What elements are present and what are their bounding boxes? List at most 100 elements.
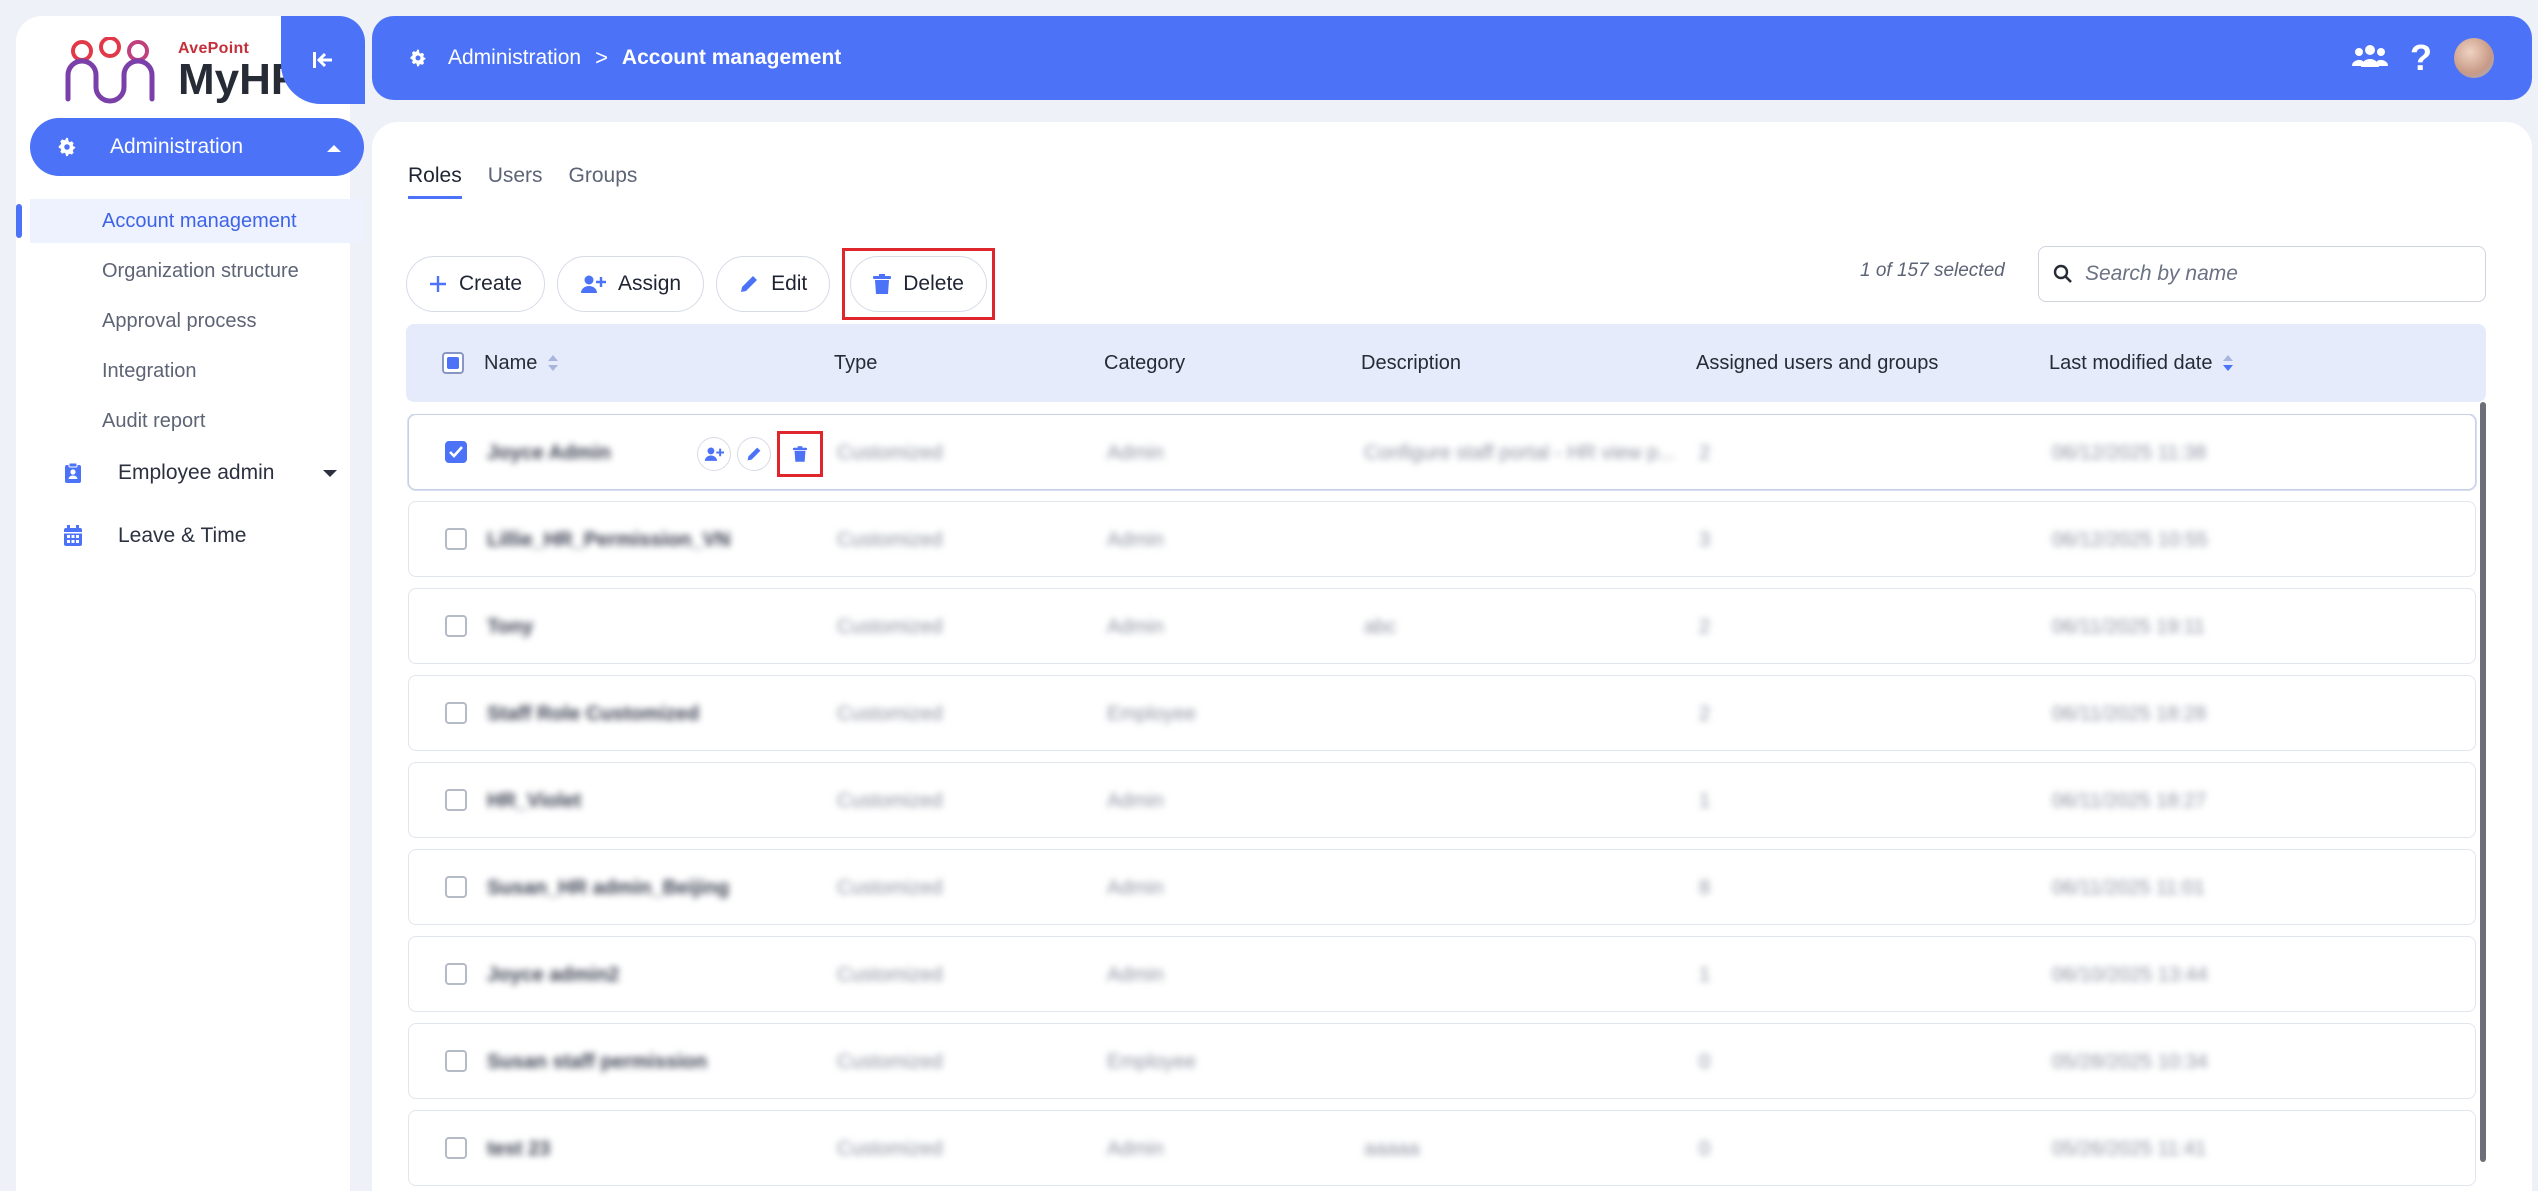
column-description: Description: [1361, 351, 1462, 374]
sidebar-item-account-management[interactable]: Account management: [102, 201, 297, 241]
cell-type: Customized: [837, 702, 943, 725]
tab-users[interactable]: Users: [488, 164, 543, 199]
cell-modified: 05/28/2025 10:34: [2052, 1050, 2208, 1073]
sidebar-item-audit-report[interactable]: Audit report: [102, 401, 205, 441]
row-checkbox[interactable]: [445, 1050, 467, 1072]
breadcrumb-separator: >: [595, 45, 608, 70]
nav-leave-time[interactable]: Leave & Time: [30, 511, 364, 561]
cell-category: Employee: [1107, 1050, 1196, 1073]
table-row[interactable]: test 23 Customized Admin aaaaa 0 05/26/2…: [408, 1110, 2476, 1186]
cell-modified: 06/11/2025 11:01: [2052, 876, 2205, 899]
create-button-label: Create: [459, 272, 523, 295]
tab-roles[interactable]: Roles: [408, 164, 462, 199]
table-row[interactable]: Joyce Admin Customized Admin Configure s…: [408, 414, 2476, 490]
collapse-sidebar-button[interactable]: [281, 16, 365, 104]
cell-category: Admin: [1107, 789, 1164, 812]
row-checkbox[interactable]: [445, 528, 467, 550]
table-row[interactable]: Joyce admin2 Customized Admin 1 06/10/20…: [408, 936, 2476, 1012]
assign-button[interactable]: Assign: [557, 256, 705, 312]
cell-name: Susan staff permission: [487, 1050, 708, 1073]
sidebar-item-integration[interactable]: Integration: [102, 351, 197, 391]
cell-name: HR_Violet: [487, 789, 582, 812]
cell-category: Admin: [1107, 615, 1164, 638]
help-icon[interactable]: ?: [2410, 40, 2432, 76]
people-logo-icon: [65, 37, 155, 104]
cell-category: Admin: [1107, 441, 1164, 464]
tab-groups[interactable]: Groups: [569, 164, 638, 199]
avatar[interactable]: [2454, 38, 2494, 78]
cell-modified: 06/12/2025 10:55: [2052, 528, 2208, 551]
table-row[interactable]: Susan_HR admin_Beijing Customized Admin …: [408, 849, 2476, 925]
tab-bar: Roles Users Groups: [408, 164, 637, 199]
cell-assigned: 3: [1699, 528, 1711, 551]
cell-type: Customized: [837, 963, 943, 986]
row-checkbox[interactable]: [445, 963, 467, 985]
cell-assigned: 1: [1699, 963, 1711, 986]
row-checkbox[interactable]: [445, 702, 467, 724]
cell-assigned: 8: [1699, 876, 1711, 899]
breadcrumb-administration[interactable]: Administration: [448, 46, 581, 70]
cell-category: Admin: [1107, 876, 1164, 899]
plus-icon: [430, 276, 446, 292]
select-all-checkbox[interactable]: [442, 324, 464, 402]
row-actions: [697, 431, 823, 477]
column-type: Type: [834, 351, 878, 374]
row-checkbox[interactable]: [445, 615, 467, 637]
row-delete-button[interactable]: [783, 437, 817, 471]
table-row[interactable]: Susan staff permission Customized Employ…: [408, 1023, 2476, 1099]
chevron-up-icon: [326, 135, 342, 159]
row-checkbox[interactable]: [445, 876, 467, 898]
myhr-logo: AvePoint MyHR: [60, 26, 303, 116]
table-row[interactable]: Tony Customized Admin abc 2 06/11/2025 1…: [408, 588, 2476, 664]
create-button[interactable]: Create: [406, 256, 546, 312]
user-plus-icon: [581, 275, 607, 293]
cell-description: abc: [1364, 615, 1397, 638]
cell-description: Configure staff portal - HR view p...: [1364, 441, 1674, 464]
column-last-modified-label: Last modified date: [2049, 351, 2213, 374]
search-box[interactable]: [2038, 246, 2486, 302]
nav-employee-admin[interactable]: Employee admin: [30, 448, 364, 498]
trash-icon: [873, 274, 892, 294]
table-row[interactable]: HR_Violet Customized Admin 1 06/11/2025 …: [408, 762, 2476, 838]
sidebar-item-approval-process[interactable]: Approval process: [102, 301, 257, 341]
row-assign-button[interactable]: [697, 437, 731, 471]
cell-modified: 06/12/2025 11:38: [2052, 441, 2207, 464]
row-delete-highlight-box: [777, 431, 823, 477]
delete-button[interactable]: Delete: [850, 256, 987, 312]
row-edit-button[interactable]: [737, 437, 771, 471]
cell-assigned: 2: [1699, 441, 1711, 464]
sidebar: AvePoint MyHR Administration Account man…: [16, 16, 365, 1191]
cell-modified: 06/10/2025 13:44: [2052, 963, 2208, 986]
column-last-modified[interactable]: Last modified date: [2049, 324, 2234, 402]
cell-modified: 06/11/2025 18:28: [2052, 702, 2207, 725]
cell-description: [1364, 1024, 1674, 1100]
row-checkbox[interactable]: [445, 441, 467, 463]
sidebar-item-organization-structure[interactable]: Organization structure: [102, 251, 299, 291]
row-checkbox[interactable]: [445, 1137, 467, 1159]
cell-type: Customized: [837, 1137, 943, 1160]
search-input[interactable]: [2085, 262, 2465, 286]
table-scrollbar[interactable]: [2480, 402, 2486, 1162]
cell-type: Customized: [837, 615, 943, 638]
nav-administration[interactable]: Administration: [30, 118, 364, 176]
pencil-icon: [747, 447, 761, 461]
row-checkbox[interactable]: [445, 789, 467, 811]
collapse-icon: [313, 52, 332, 68]
search-icon: [2053, 264, 2072, 283]
clipboard-user-icon: [62, 462, 84, 484]
table-row[interactable]: Staff Role Customized Customized Employe…: [408, 675, 2476, 751]
gear-icon: [54, 134, 80, 160]
edit-button[interactable]: Edit: [716, 256, 831, 312]
cell-name: Staff Role Customized: [487, 702, 700, 725]
people-icon[interactable]: [2351, 43, 2389, 74]
cell-name: Susan_HR admin_Beijing: [487, 876, 730, 899]
cell-description: aaaaa: [1364, 1137, 1420, 1160]
cell-description: [1364, 676, 1674, 752]
edit-button-label: Edit: [771, 272, 808, 295]
cell-type: Customized: [837, 876, 943, 899]
table-row[interactable]: Lillie_HR_Permission_VN Customized Admin…: [408, 501, 2476, 577]
active-item-indicator: [16, 204, 22, 238]
checkbox-partial[interactable]: [442, 352, 464, 374]
column-name[interactable]: Name: [484, 324, 559, 402]
cell-category: Admin: [1107, 1137, 1164, 1160]
